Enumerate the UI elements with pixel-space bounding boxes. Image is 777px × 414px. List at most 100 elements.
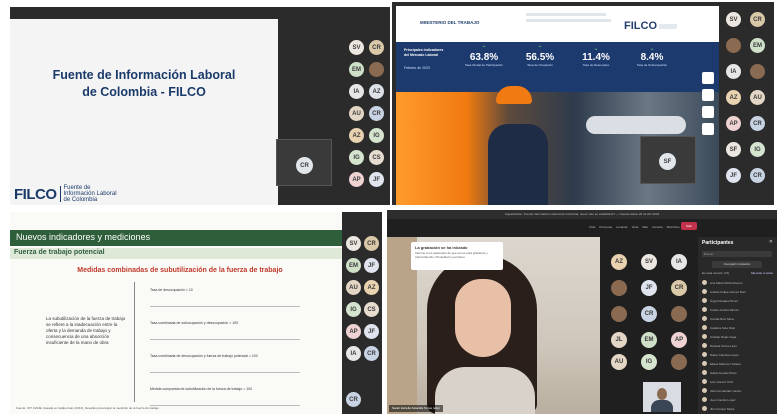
toolbar-chat[interactable]: Chat: [589, 225, 595, 229]
participant-row[interactable]: Daniela Torres León: [702, 342, 773, 349]
avatar[interactable]: JF: [369, 62, 384, 77]
avatar[interactable]: EM: [349, 62, 364, 77]
avatar[interactable]: AU: [750, 90, 765, 105]
header-nav-2: [526, 19, 611, 22]
avatar[interactable]: CR: [750, 12, 765, 27]
participant-row[interactable]: Jhon Forero Mesa: [702, 405, 773, 412]
avatar[interactable]: SV: [346, 236, 361, 251]
participant-row[interactable]: Carlos Andrés Rincón: [702, 306, 773, 313]
brand-logo: FILCO: [624, 20, 677, 32]
participant-row[interactable]: Ángel Rosales Pérez: [702, 297, 773, 304]
avatar[interactable]: EM: [346, 258, 361, 273]
avatar[interactable]: SV: [726, 12, 741, 27]
participant-row[interactable]: Iván Gómez Ortiz: [702, 378, 773, 385]
slide-area: Fuente de Información Laboral de Colombi…: [10, 19, 278, 205]
floating-self-view[interactable]: CR: [276, 139, 332, 186]
avatar[interactable]: IG: [369, 128, 384, 143]
grid-avatar[interactable]: AU: [611, 354, 627, 370]
section-title: Principales indicadores del Mercado Labo…: [404, 48, 444, 57]
grid-avatar[interactable]: [611, 306, 627, 322]
avatar[interactable]: EM: [750, 38, 765, 53]
grid-avatar[interactable]: [611, 280, 627, 296]
participant-row[interactable]: Eliana Martínez Solano: [702, 360, 773, 367]
participant-row[interactable]: Camila Ruiz Mora: [702, 315, 773, 322]
avatar[interactable]: IA: [346, 346, 361, 361]
avatar[interactable]: SF: [726, 142, 741, 157]
avatar[interactable]: JF: [364, 258, 379, 273]
avatar[interactable]: CR: [750, 168, 765, 183]
widget-icon[interactable]: [702, 106, 714, 118]
toolbar-people[interactable]: Personas: [599, 225, 612, 229]
grid-avatar[interactable]: IG: [641, 354, 657, 370]
avatar[interactable]: AU: [349, 106, 364, 121]
avatar[interactable]: JF: [369, 172, 384, 187]
avatar[interactable]: CS: [369, 150, 384, 165]
participant-row[interactable]: Ana María Peña Moreno: [702, 279, 773, 286]
avatar[interactable]: CR: [364, 236, 379, 251]
participant-row[interactable]: Cristian Rojas Vega: [702, 333, 773, 340]
share-invite-button[interactable]: Compartir invitación: [712, 261, 762, 268]
avatar[interactable]: SV: [349, 40, 364, 55]
grid-avatar[interactable]: CR: [641, 306, 657, 322]
grid-avatar[interactable]: CR: [671, 280, 687, 296]
avatar[interactable]: AZ: [364, 280, 379, 295]
avatar[interactable]: IG: [750, 142, 765, 157]
widget-icon[interactable]: [702, 89, 714, 101]
avatar[interactable]: JF: [364, 324, 379, 339]
logo-wordmark: FILCO: [14, 185, 57, 203]
avatar[interactable]: AZ: [369, 84, 384, 99]
period-label: Febrero de 2023: [404, 66, 430, 70]
avatar[interactable]: AP: [726, 116, 741, 131]
toolbar-raise[interactable]: Levantar: [616, 225, 628, 229]
toolbar-camera[interactable]: Cámara: [652, 225, 663, 229]
participant-row[interactable]: Jairo Fernández Castro: [702, 387, 773, 394]
avatar[interactable]: [750, 64, 765, 79]
avatar[interactable]: AP: [349, 172, 364, 187]
grid-avatar[interactable]: SV: [641, 254, 657, 270]
avatar[interactable]: AU: [346, 280, 361, 295]
participants-search[interactable]: Buscar: [702, 251, 772, 257]
self-camera-view[interactable]: [643, 382, 681, 412]
avatar[interactable]: CS: [364, 302, 379, 317]
avatar[interactable]: JF: [726, 168, 741, 183]
measure-item: Tasa combinada de subocupación y desocup…: [150, 307, 300, 340]
avatar[interactable]: AZ: [349, 128, 364, 143]
grid-avatar[interactable]: EM: [641, 332, 657, 348]
participant-row[interactable]: Diana Carolina López: [702, 351, 773, 358]
participant-row[interactable]: Isabel Acosta Prieto: [702, 369, 773, 376]
toolbar-mic[interactable]: Micrófono: [667, 225, 680, 229]
avatar[interactable]: IG: [346, 302, 361, 317]
floating-self-view[interactable]: SF: [640, 136, 696, 184]
grid-avatar[interactable]: JL: [611, 332, 627, 348]
avatar[interactable]: AZ: [726, 90, 741, 105]
participant-row[interactable]: Juan Camilo López: [702, 396, 773, 403]
grid-avatar[interactable]: [671, 354, 687, 370]
avatar[interactable]: IA: [349, 84, 364, 99]
grid-avatar[interactable]: AZ: [611, 254, 627, 270]
close-icon[interactable]: ✕: [769, 239, 773, 245]
participant-row[interactable]: Andrés Felipe Gómez Ruiz: [702, 288, 773, 295]
grid-avatar[interactable]: JF: [641, 280, 657, 296]
mute-all-button[interactable]: Silenciar a todos: [751, 271, 773, 275]
avatar[interactable]: IG: [349, 150, 364, 165]
leave-button[interactable]: Salir: [681, 222, 697, 230]
toolbar-more[interactable]: Más: [642, 225, 648, 229]
avatar[interactable]: IA: [726, 64, 741, 79]
avatar[interactable]: CR: [750, 116, 765, 131]
recording-notice[interactable]: La grabación se ha iniciado Informe a lo…: [411, 242, 503, 270]
participant-avatar: [702, 325, 707, 330]
slide-subheader: Fuerza de trabajo potencial: [10, 248, 342, 259]
avatar[interactable]: CR: [364, 346, 379, 361]
grid-avatar[interactable]: AP: [671, 332, 687, 348]
avatar[interactable]: AP: [346, 324, 361, 339]
toolbar-view[interactable]: Vista: [632, 225, 639, 229]
grid-avatar[interactable]: [671, 306, 687, 322]
avatar[interactable]: [726, 38, 741, 53]
grid-avatar[interactable]: IA: [671, 254, 687, 270]
avatar[interactable]: CR: [369, 40, 384, 55]
avatar[interactable]: CR: [369, 106, 384, 121]
participant-row[interactable]: Catalina Soto Díaz: [702, 324, 773, 331]
avatar[interactable]: CR: [346, 392, 361, 407]
widget-icon[interactable]: [702, 72, 714, 84]
widget-icon[interactable]: [702, 123, 714, 135]
